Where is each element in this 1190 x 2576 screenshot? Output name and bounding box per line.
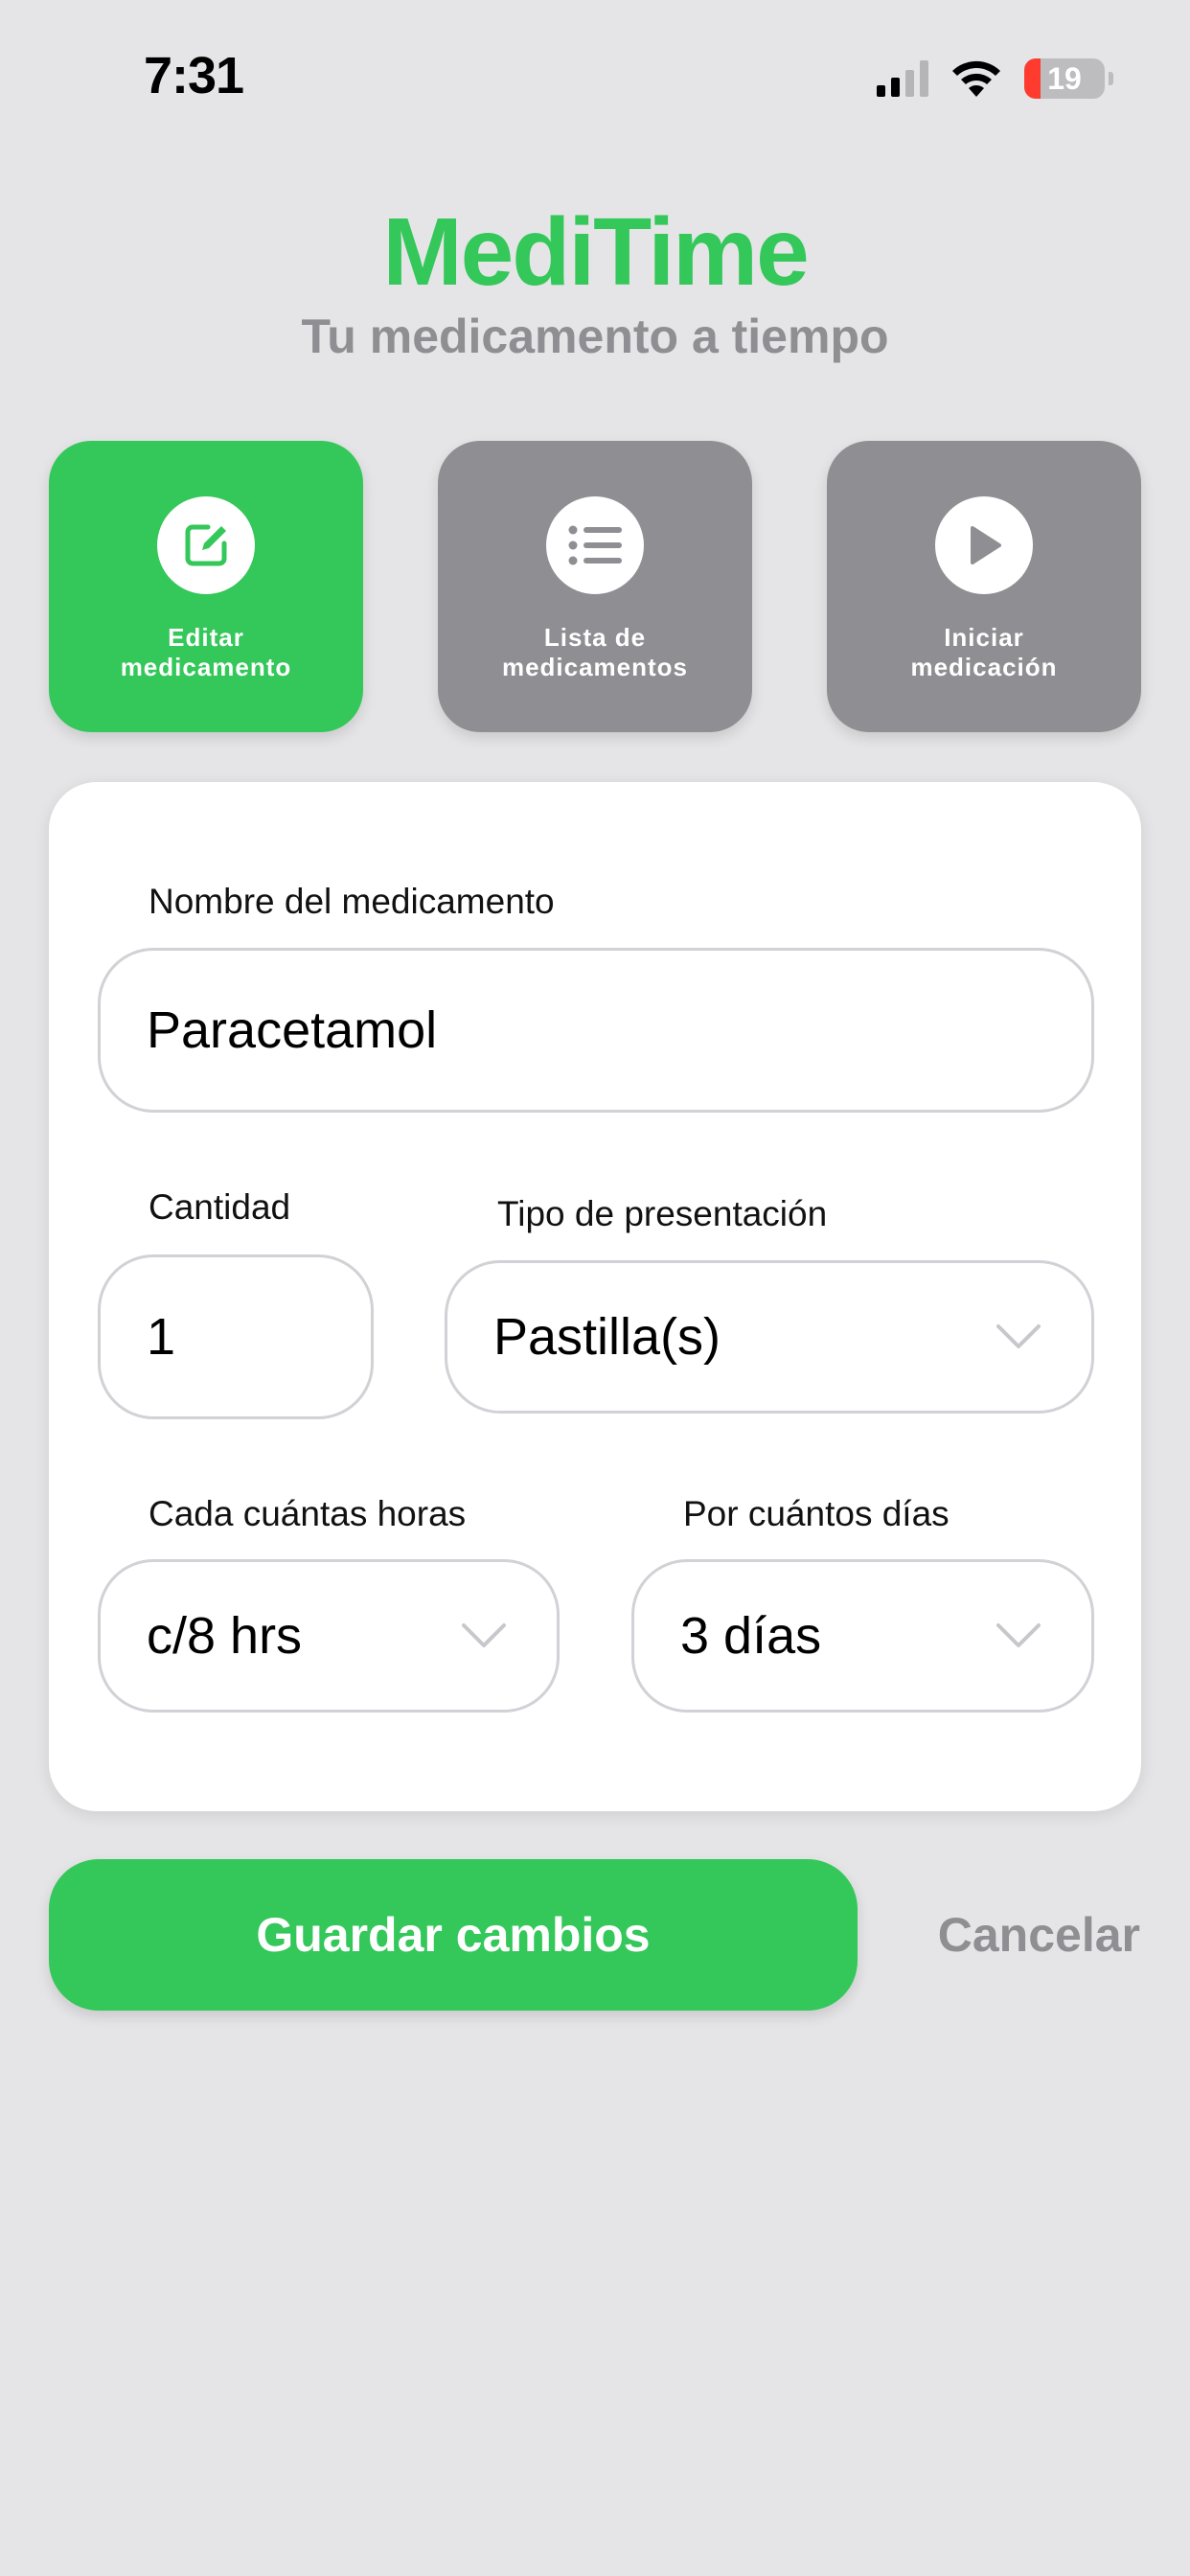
play-icon [935, 496, 1033, 594]
duration-value: 3 días [680, 1607, 822, 1665]
tile-medication-list[interactable]: Lista de medicamentos [438, 441, 752, 732]
chevron-down-icon [996, 1324, 1041, 1348]
wifi-icon [952, 60, 1000, 97]
quantity-value: 1 [147, 1308, 176, 1366]
tile-start-medication[interactable]: Iniciar medicación [827, 441, 1141, 732]
duration-select[interactable]: 3 días [631, 1559, 1094, 1713]
edit-icon [157, 496, 255, 594]
medication-name-input[interactable]: Paracetamol [98, 948, 1094, 1113]
chevron-down-icon [462, 1623, 506, 1647]
app-subtitle: Tu medicamento a tiempo [301, 310, 889, 363]
tile-label: Iniciar medicación [910, 623, 1058, 681]
interval-value: c/8 hrs [147, 1607, 303, 1665]
battery-cap [1109, 72, 1113, 85]
cancel-button[interactable]: Cancelar [910, 1907, 1140, 1963]
duration-label: Por cuántos días [683, 1494, 950, 1533]
cellular-signal-icon [877, 60, 928, 97]
presentation-select[interactable]: Pastilla(s) [445, 1260, 1094, 1414]
medication-form-card: Nombre del medicamento Paracetamol Canti… [49, 782, 1141, 1811]
interval-label: Cada cuántas horas [149, 1494, 467, 1533]
battery-icon: 19 [1024, 58, 1105, 99]
quantity-input[interactable]: 1 [98, 1254, 374, 1419]
app-screen: 7:31 19 MediTime Tu medicamento a tiempo [0, 0, 1190, 2576]
app-title: MediTime [382, 198, 809, 306]
medication-name-value: Paracetamol [147, 1001, 438, 1059]
name-label: Nombre del medicamento [149, 882, 555, 921]
presentation-value: Pastilla(s) [493, 1308, 721, 1366]
chevron-down-icon [996, 1623, 1041, 1647]
status-icons: 19 [877, 56, 1113, 102]
status-time: 7:31 [144, 47, 244, 104]
battery-level: 19 [1047, 60, 1082, 96]
presentation-label: Tipo de presentación [497, 1194, 828, 1233]
quantity-label: Cantidad [149, 1187, 291, 1227]
tile-label: Editar medicamento [120, 623, 292, 681]
interval-select[interactable]: c/8 hrs [98, 1559, 560, 1713]
list-icon [546, 496, 644, 594]
tile-label: Lista de medicamentos [501, 623, 689, 681]
tile-edit-medication[interactable]: Editar medicamento [49, 441, 363, 732]
save-changes-button[interactable]: Guardar cambios [49, 1859, 858, 2011]
